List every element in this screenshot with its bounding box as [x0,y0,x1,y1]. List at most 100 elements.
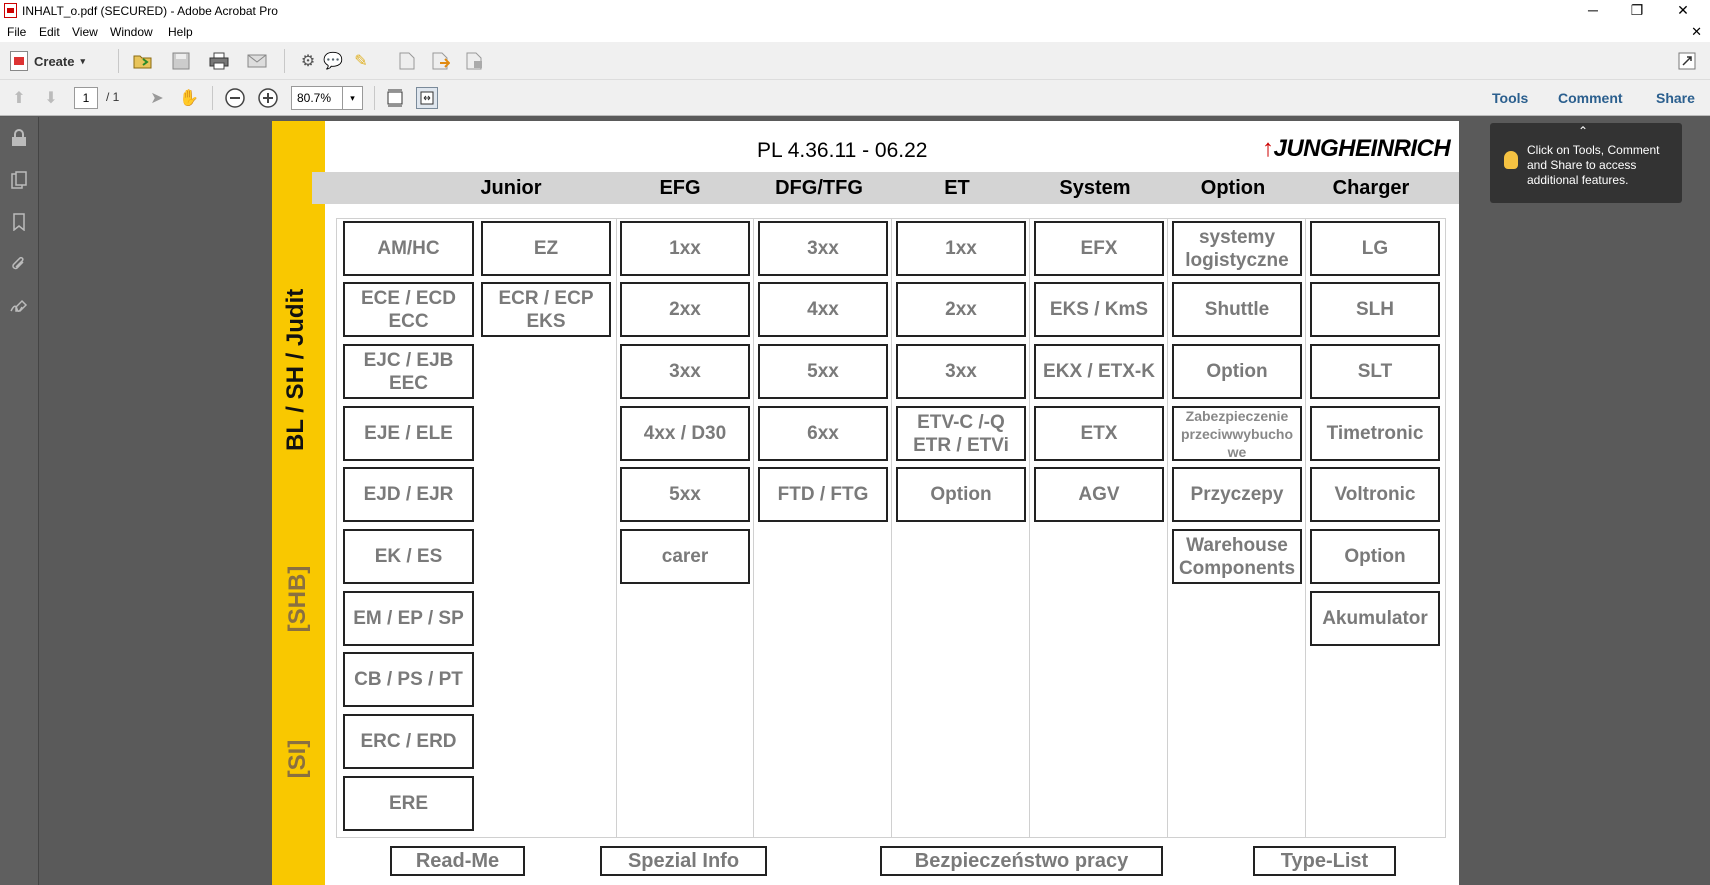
chevron-down-icon[interactable]: ▾ [342,87,362,109]
link-ere[interactable]: ERE [343,776,474,831]
next-page-icon[interactable]: ⬇ [40,87,62,109]
link-ek-es[interactable]: EK / ES [343,529,474,584]
link-slh[interactable]: SLH [1310,282,1440,337]
vertical-scrollbar[interactable] [1695,117,1710,885]
side-label-si[interactable]: [SI] [284,719,312,799]
read-me-button[interactable]: Read-Me [390,846,525,876]
select-tool-icon[interactable]: ➤ [146,87,168,109]
page-thumbnails-icon[interactable] [8,169,30,191]
link-et-3xx[interactable]: 3xx [896,344,1026,399]
link-efg-carer[interactable]: carer [620,529,750,584]
link-eje-ele[interactable]: EJE / ELE [343,406,474,461]
side-label-shb[interactable]: [SHB] [284,549,312,649]
open-folder-icon[interactable] [132,50,154,72]
close-button[interactable]: ✕ [1660,0,1706,22]
link-przyczepy[interactable]: Przyczepy [1172,467,1302,522]
previous-page-icon[interactable]: ⬆ [8,87,30,109]
link-efg-5xx[interactable]: 5xx [620,467,750,522]
link-ejd-ejr[interactable]: EJD / EJR [343,467,474,522]
link-systemy-logistyczne[interactable]: systemy logistyczne [1172,221,1302,276]
gear-icon[interactable]: ⚙ [297,50,319,72]
bookmarks-icon[interactable] [8,211,30,233]
column-header-option: Option [1200,177,1266,199]
share-icon[interactable] [430,50,452,72]
link-warehouse-components[interactable]: Warehouse Components [1172,529,1302,584]
zoom-out-icon[interactable] [224,87,246,109]
email-icon[interactable] [246,50,268,72]
menu-window[interactable]: Window [110,25,153,39]
link-slt[interactable]: SLT [1310,344,1440,399]
link-zabezpieczenie[interactable]: Zabezpieczenie przeciwwybucho we [1172,406,1302,461]
signatures-icon[interactable] [8,295,30,317]
link-ez[interactable]: EZ [481,221,611,276]
zoom-in-icon[interactable] [257,87,279,109]
link-akumulator[interactable]: Akumulator [1310,591,1440,646]
lightbulb-icon [1504,151,1518,169]
minimize-button[interactable]: ─ [1570,0,1616,22]
link-etx[interactable]: ETX [1034,406,1164,461]
link-option[interactable]: Option [1172,344,1302,399]
tools-link[interactable]: Tools [1492,90,1528,106]
protect-icon[interactable] [464,50,486,72]
link-ecr-ecp-eks[interactable]: ECR / ECP EKS [481,282,611,337]
link-shuttle[interactable]: Shuttle [1172,282,1302,337]
side-label-bl-sh-judit[interactable]: BL / SH / Judit [282,289,310,451]
expand-icon[interactable] [1676,50,1698,72]
link-etv-etr[interactable]: ETV-C /-Q ETR / ETVi [896,406,1026,461]
title-bar: INHALT_o.pdf (SECURED) - Adobe Acrobat P… [0,0,1710,22]
fit-page-icon[interactable] [384,87,406,109]
print-icon[interactable] [208,50,230,72]
link-dfg-4xx[interactable]: 4xx [758,282,888,337]
menu-help[interactable]: Help [168,25,193,39]
bezpieczenstwo-pracy-button[interactable]: Bezpieczeństwo pracy [880,846,1163,876]
comment-icon[interactable]: 💬 [322,50,344,72]
link-em-ep-sp[interactable]: EM / EP / SP [343,591,474,646]
link-ekx-etx-k[interactable]: EKX / ETX-K [1034,344,1164,399]
link-dfg-6xx[interactable]: 6xx [758,406,888,461]
link-ftd-ftg[interactable]: FTD / FTG [758,467,888,522]
zoom-select[interactable]: 80.7% ▾ [291,86,363,110]
link-charger-option[interactable]: Option [1310,529,1440,584]
menu-edit[interactable]: Edit [39,25,60,39]
save-icon[interactable] [170,50,192,72]
comment-link[interactable]: Comment [1558,90,1623,106]
lock-icon[interactable] [8,127,30,149]
share-link[interactable]: Share [1656,90,1695,106]
link-am-hc[interactable]: AM/HC [343,221,474,276]
link-agv[interactable]: AGV [1034,467,1164,522]
link-efx[interactable]: EFX [1034,221,1164,276]
sign-icon[interactable]: ✎ [350,50,372,72]
close-document-button[interactable]: ✕ [1691,24,1702,40]
link-et-option[interactable]: Option [896,467,1026,522]
link-et-1xx[interactable]: 1xx [896,221,1026,276]
hand-tool-icon[interactable]: ✋ [178,87,200,109]
link-efg-4xx-d30[interactable]: 4xx / D30 [620,406,750,461]
export-icon[interactable] [396,50,418,72]
link-erc-erd[interactable]: ERC / ERD [343,714,474,769]
link-dfg-3xx[interactable]: 3xx [758,221,888,276]
link-et-2xx[interactable]: 2xx [896,282,1026,337]
menu-file[interactable]: File [7,25,26,39]
link-efg-3xx[interactable]: 3xx [620,344,750,399]
link-timetronic[interactable]: Timetronic [1310,406,1440,461]
page-number-input[interactable]: 1 [74,87,98,109]
link-efg-2xx[interactable]: 2xx [620,282,750,337]
link-cb-ps-pt[interactable]: CB / PS / PT [343,652,474,707]
column-divider [753,218,754,838]
spezial-info-button[interactable]: Spezial Info [600,846,767,876]
link-ejc-ejb-eec[interactable]: EJC / EJB EEC [343,344,474,399]
link-dfg-5xx[interactable]: 5xx [758,344,888,399]
link-voltronic[interactable]: Voltronic [1310,467,1440,522]
link-eks-kms[interactable]: EKS / KmS [1034,282,1164,337]
menu-view[interactable]: View [72,25,98,39]
link-efg-1xx[interactable]: 1xx [620,221,750,276]
link-lg[interactable]: LG [1310,221,1440,276]
create-button[interactable]: Create ▾ [10,50,85,72]
attachment-icon[interactable] [8,253,30,275]
fit-width-icon[interactable] [416,87,438,109]
link-ece-ecd-ecc[interactable]: ECE / ECD ECC [343,282,474,337]
maximize-button[interactable]: ❐ [1614,0,1660,22]
collapse-caret-icon[interactable]: ⌃ [1578,124,1588,138]
type-list-button[interactable]: Type-List [1253,846,1396,876]
column-divider [891,218,892,838]
